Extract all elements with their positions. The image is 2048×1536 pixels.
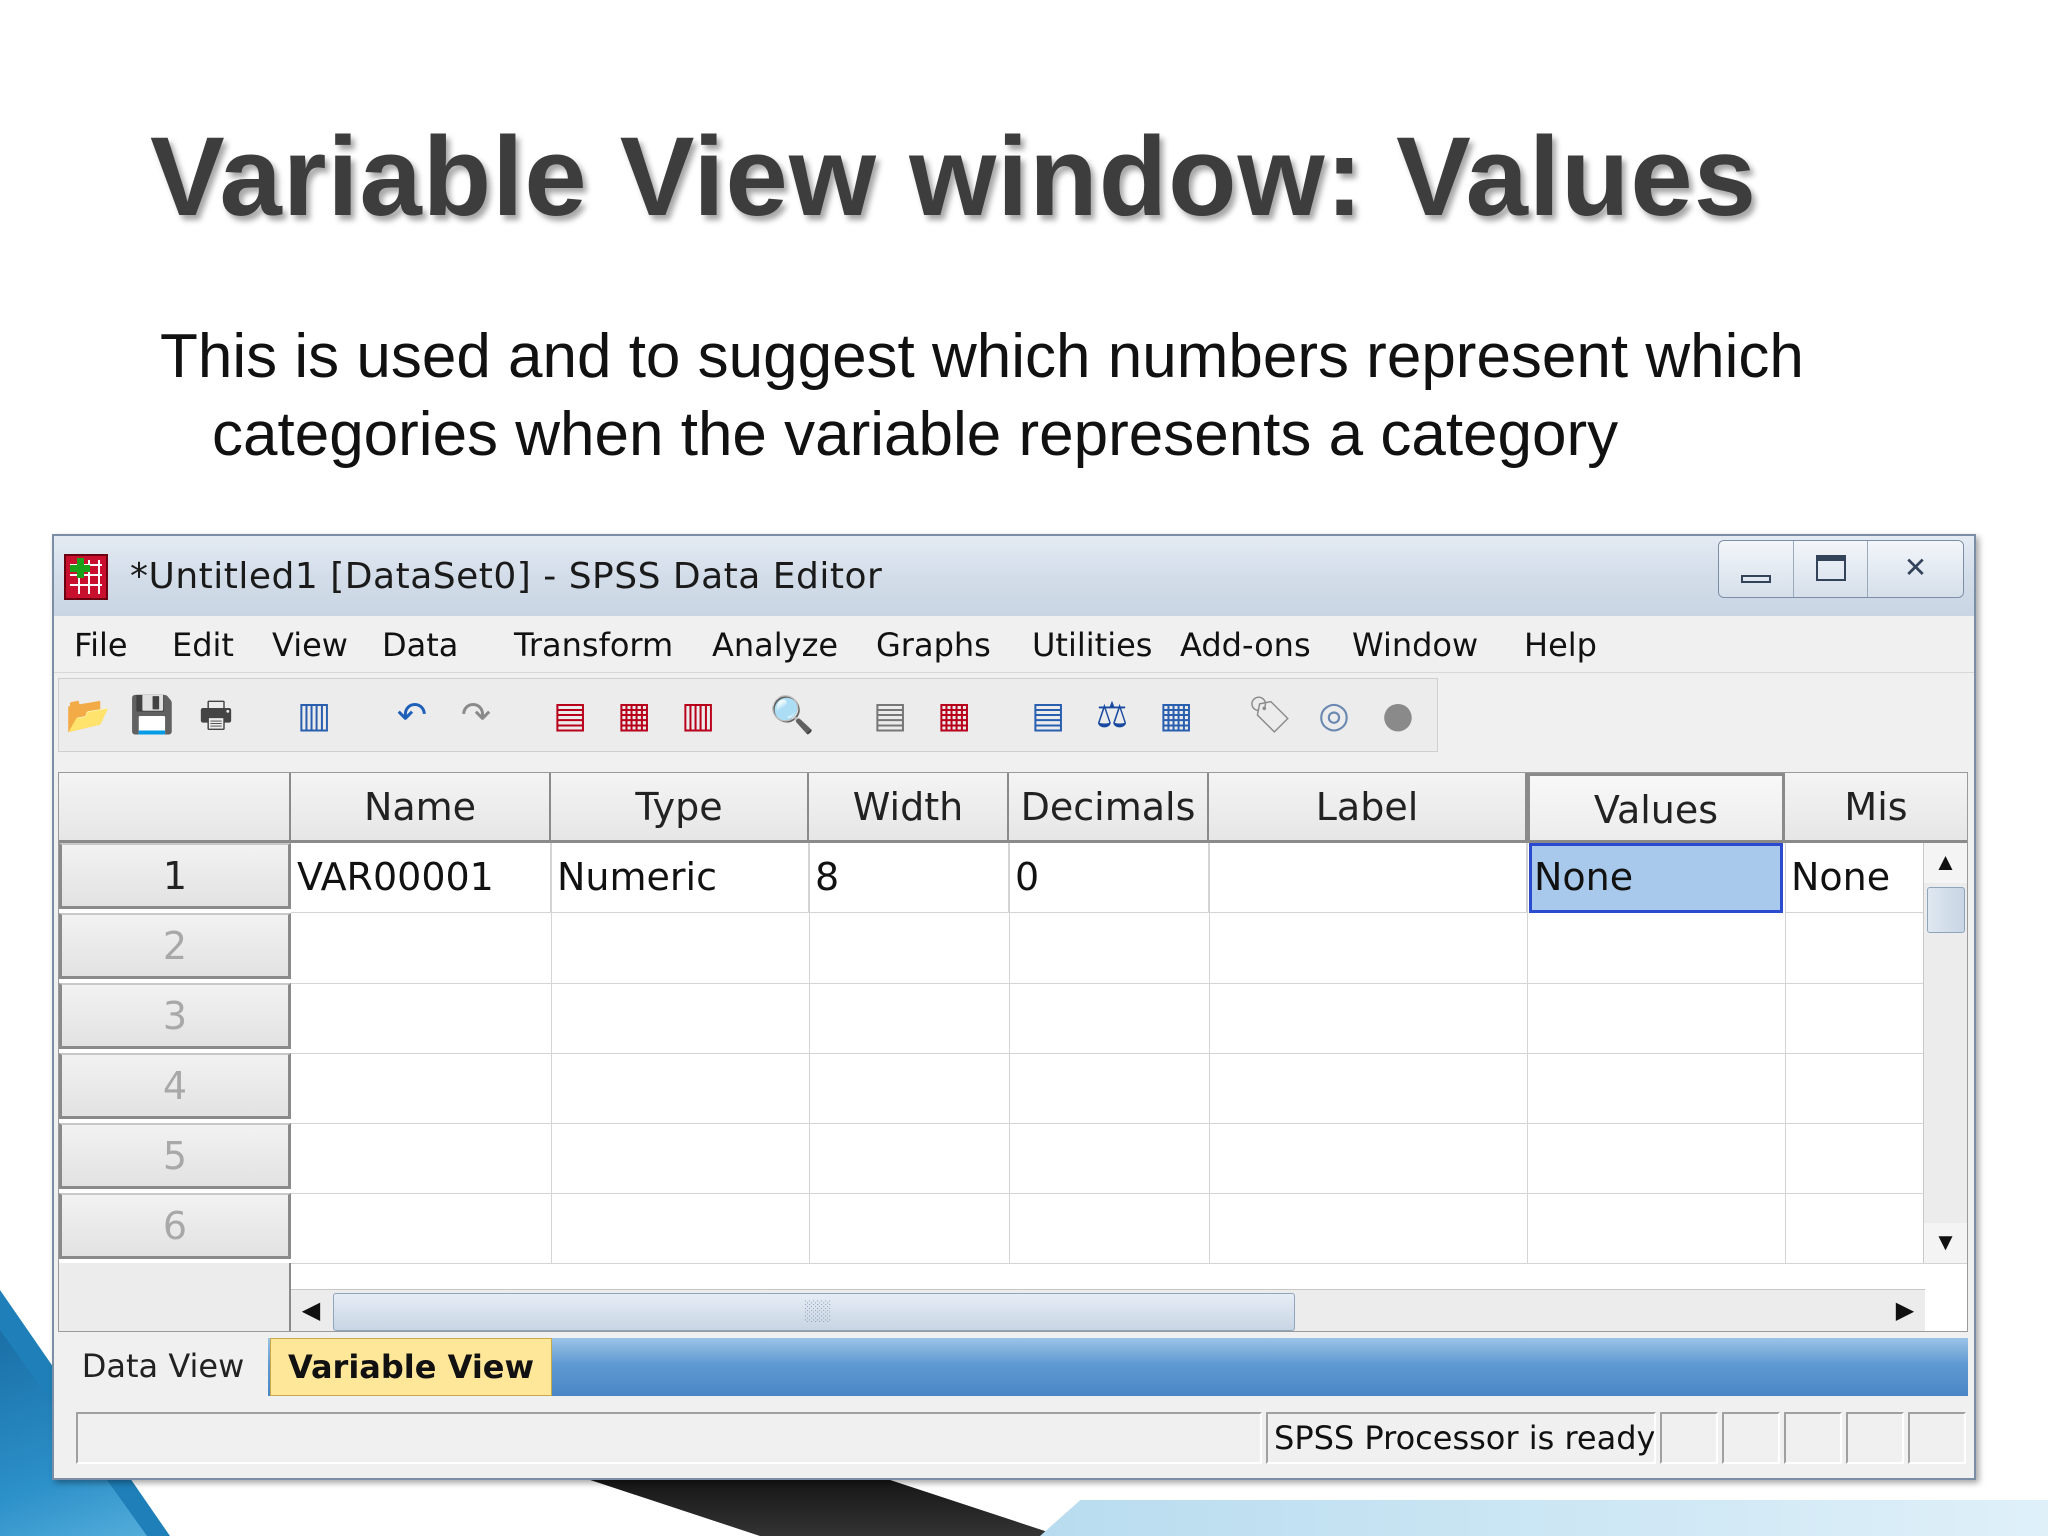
slide-decoration-light-blue xyxy=(1040,1500,2048,1536)
variables-icon[interactable]: ▥ xyxy=(675,693,721,739)
menu-add-ons[interactable]: Add-ons xyxy=(1180,626,1311,664)
menu-window[interactable]: Window xyxy=(1352,626,1478,664)
status-processor: SPSS Processor is ready xyxy=(1266,1412,1656,1464)
undo-icon[interactable]: ↶ xyxy=(389,693,435,739)
grid-corner-header xyxy=(59,773,291,843)
grid-divider xyxy=(291,1053,1967,1054)
insert-variable-icon[interactable]: ▦ xyxy=(931,693,977,739)
column-header-name[interactable]: Name xyxy=(291,773,551,843)
maximize-button[interactable] xyxy=(1793,541,1867,597)
cell-values-selected[interactable]: None xyxy=(1529,843,1783,913)
row-header-5[interactable]: 5 xyxy=(59,1123,291,1189)
row-header-4[interactable]: 4 xyxy=(59,1053,291,1119)
grid-divider xyxy=(291,1123,1967,1124)
status-pane xyxy=(1784,1412,1842,1464)
horizontal-scroll-thumb[interactable]: ░░ xyxy=(333,1293,1295,1331)
scroll-grip-icon: ░░ xyxy=(804,1300,830,1322)
scroll-left-icon[interactable]: ◀ xyxy=(291,1290,331,1331)
open-folder-icon[interactable]: 📂 xyxy=(65,693,111,739)
grid-divider xyxy=(291,1263,1967,1264)
variable-grid: Name Type Width Decimals Label Values Mi… xyxy=(58,772,1968,1332)
grid-divider xyxy=(291,1193,1967,1194)
cell-name[interactable]: VAR00001 xyxy=(291,843,551,913)
status-pane xyxy=(1722,1412,1780,1464)
cell-missing[interactable]: None xyxy=(1785,843,1925,913)
slide-body-line-1: This is used and to suggest which number… xyxy=(160,322,1804,391)
toolbar: 📂 💾 🖶 ▥ ↶ ↷ ▤ ▦ ▥ 🔍 ▤ ▦ ▤ ⚖ ▦ 🏷 ◎ ● xyxy=(58,678,1438,752)
redo-icon[interactable]: ↷ xyxy=(453,693,499,739)
menu-analyze[interactable]: Analyze xyxy=(712,626,838,664)
grid-divider xyxy=(291,983,1967,984)
select-cases-icon[interactable]: ▦ xyxy=(1153,693,1199,739)
scroll-up-icon[interactable]: ▲ xyxy=(1924,843,1967,883)
status-pane-main xyxy=(76,1412,1262,1464)
row-header-6[interactable]: 6 xyxy=(59,1193,291,1259)
grid-bottom-corner xyxy=(59,1263,291,1331)
menu-transform[interactable]: Transform xyxy=(514,626,673,664)
column-header-missing[interactable]: Mis xyxy=(1785,773,1967,843)
cell-decimals[interactable]: 0 xyxy=(1009,843,1209,913)
vertical-scroll-thumb[interactable] xyxy=(1927,887,1965,933)
menu-bar: File Edit View Data Transform Analyze Gr… xyxy=(54,616,1974,673)
maximize-icon xyxy=(1816,555,1846,581)
menu-help[interactable]: Help xyxy=(1524,626,1597,664)
find-icon[interactable]: 🔍 xyxy=(769,693,815,739)
cell-label[interactable] xyxy=(1209,843,1527,913)
insert-cases-icon[interactable]: ▤ xyxy=(867,693,913,739)
value-labels-icon[interactable]: 🏷 xyxy=(1247,693,1293,739)
column-header-label[interactable]: Label xyxy=(1209,773,1527,843)
menu-data[interactable]: Data xyxy=(382,626,458,664)
view-tabs: Data View Variable View xyxy=(58,1338,1968,1396)
close-icon: ✕ xyxy=(1903,551,1928,584)
column-header-decimals[interactable]: Decimals xyxy=(1009,773,1209,843)
menu-utilities[interactable]: Utilities xyxy=(1032,626,1152,664)
tab-variable-view[interactable]: Variable View xyxy=(270,1338,552,1396)
show-all-variables-icon[interactable]: ● xyxy=(1375,693,1421,739)
goto-case-icon[interactable]: ▤ xyxy=(547,693,593,739)
spss-data-editor-window: *Untitled1 [DataSet0] - SPSS Data Editor… xyxy=(52,534,1976,1480)
cell-type[interactable]: Numeric xyxy=(551,843,809,913)
print-icon[interactable]: 🖶 xyxy=(193,693,239,739)
cell-width[interactable]: 8 xyxy=(809,843,1009,913)
tab-data-view[interactable]: Data View xyxy=(58,1338,268,1396)
minimize-button[interactable] xyxy=(1719,541,1793,597)
dialog-recall-icon[interactable]: ▥ xyxy=(291,693,337,739)
spss-app-icon xyxy=(64,554,108,600)
menu-graphs[interactable]: Graphs xyxy=(876,626,991,664)
menu-file[interactable]: File xyxy=(74,626,128,664)
minimize-icon xyxy=(1741,575,1771,583)
menu-edit[interactable]: Edit xyxy=(172,626,234,664)
use-sets-icon[interactable]: ◎ xyxy=(1311,693,1357,739)
goto-variable-icon[interactable]: ▦ xyxy=(611,693,657,739)
scroll-right-icon[interactable]: ▶ xyxy=(1885,1290,1925,1331)
menu-view[interactable]: View xyxy=(272,626,348,664)
slide-body: This is used and to suggest which number… xyxy=(160,318,1960,474)
row-header-1[interactable]: 1 xyxy=(59,843,291,909)
close-button[interactable]: ✕ xyxy=(1867,541,1963,597)
horizontal-scrollbar[interactable]: ◀ ░░ ▶ xyxy=(291,1289,1925,1331)
column-header-type[interactable]: Type xyxy=(551,773,809,843)
split-file-icon[interactable]: ▤ xyxy=(1025,693,1071,739)
window-title: *Untitled1 [DataSet0] - SPSS Data Editor xyxy=(130,556,883,597)
row-header-3[interactable]: 3 xyxy=(59,983,291,1049)
status-pane xyxy=(1660,1412,1718,1464)
slide-body-line-2: categories when the variable represents … xyxy=(212,400,1619,469)
column-header-width[interactable]: Width xyxy=(809,773,1009,843)
status-pane xyxy=(1908,1412,1966,1464)
status-pane xyxy=(1846,1412,1904,1464)
scroll-down-icon[interactable]: ▼ xyxy=(1924,1223,1967,1263)
save-icon[interactable]: 💾 xyxy=(129,693,175,739)
window-controls: ✕ xyxy=(1718,540,1964,598)
weight-cases-icon[interactable]: ⚖ xyxy=(1089,693,1135,739)
slide-title: Variable View window: Values xyxy=(150,114,1757,239)
column-header-values[interactable]: Values xyxy=(1527,773,1785,843)
vertical-scrollbar[interactable]: ▲ ▼ xyxy=(1923,843,1967,1263)
status-bar: SPSS Processor is ready xyxy=(58,1402,1968,1474)
window-titlebar[interactable]: *Untitled1 [DataSet0] - SPSS Data Editor… xyxy=(54,536,1974,616)
row-header-2[interactable]: 2 xyxy=(59,913,291,979)
